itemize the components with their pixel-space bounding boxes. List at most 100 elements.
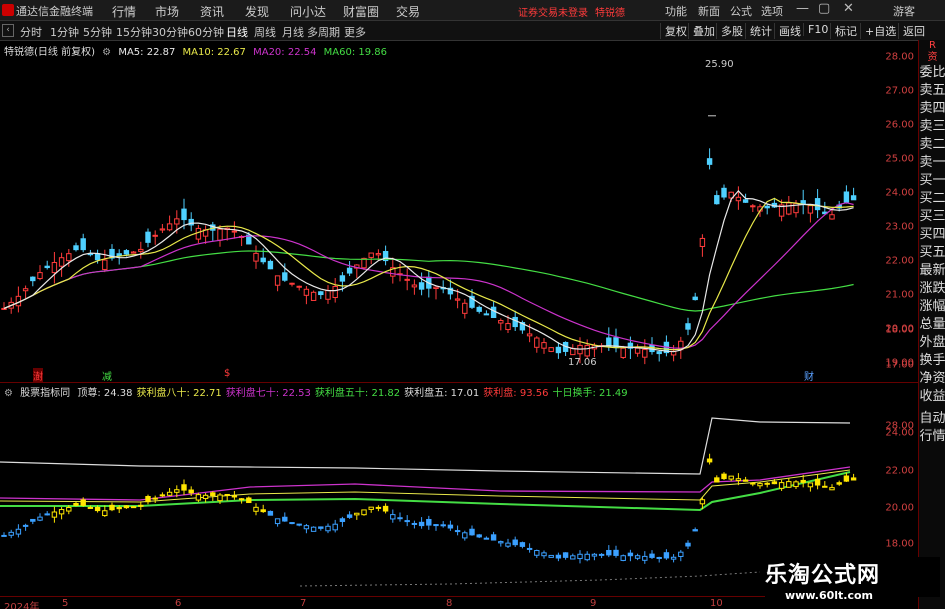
side-item[interactable]: 净资 [919, 370, 945, 388]
side-item[interactable]: 买二 [919, 190, 945, 208]
chip-body [231, 495, 238, 498]
candle-body [94, 253, 101, 261]
side-item[interactable]: 委比 [919, 64, 945, 82]
event-mark[interactable]: $ [224, 368, 230, 379]
side-item[interactable]: 自动 [919, 410, 945, 428]
side-item[interactable]: 涨幅 [919, 298, 945, 316]
kline-main-chart[interactable] [0, 55, 880, 383]
side-item[interactable]: 卖一 [919, 154, 945, 172]
candle-body [282, 272, 288, 281]
side-item[interactable]: 卖二 [919, 136, 945, 154]
period-week[interactable]: 周线 [254, 24, 276, 40]
period-month[interactable]: 月线 [282, 24, 304, 40]
side-item[interactable]: 卖四 [919, 100, 945, 118]
period-day[interactable]: 日线 [226, 24, 248, 40]
btn-duogu[interactable]: 多股 [716, 23, 743, 39]
menu-caifuquan[interactable]: 财富圈 [343, 3, 379, 20]
event-mark[interactable]: 减 [102, 368, 112, 383]
x-tick: 7 [300, 598, 307, 609]
side-top-label: R [929, 40, 936, 51]
menu-jiaoyi[interactable]: 交易 [396, 3, 420, 20]
menu-faxian[interactable]: 发现 [245, 3, 269, 20]
candle-body [58, 257, 65, 267]
menu-wenxiaoda[interactable]: 问小达 [290, 3, 326, 20]
period-60min[interactable]: 60分钟 [188, 24, 224, 40]
btn-fuquan[interactable]: 复权 [660, 23, 687, 39]
menu-zixun[interactable]: 资讯 [200, 3, 224, 20]
watermark-url: www.60lt.com [785, 589, 874, 602]
menu-bar: 通达信金融终端 行情 市场 资讯 发现 问小达 财富圈 交易 证券交易未登录 特… [0, 0, 945, 21]
menu-gongneng[interactable]: 功能 [665, 3, 687, 19]
chip-body [339, 518, 346, 522]
back-icon[interactable]: ‹ [2, 24, 14, 37]
btn-f10[interactable]: F10 [803, 23, 828, 36]
event-mark[interactable]: 澍 [33, 368, 43, 383]
chip-indicator-chart[interactable] [0, 396, 880, 596]
btn-huaxian[interactable]: 画线 [774, 23, 801, 39]
axis-tick: 22.00 [885, 255, 914, 267]
chip-body [634, 555, 641, 559]
candle-body [217, 228, 223, 241]
period-30min[interactable]: 30分钟 [152, 24, 188, 40]
period-15min[interactable]: 15分钟 [116, 24, 152, 40]
user-label[interactable]: 游客 [893, 3, 915, 19]
candle-body [490, 306, 497, 319]
chip-body [606, 549, 612, 556]
chip-body [274, 518, 281, 525]
candle-body [66, 253, 72, 262]
event-mark[interactable]: 财 [804, 368, 814, 383]
menu-shichang[interactable]: 市场 [155, 3, 179, 20]
candle-body [303, 288, 310, 296]
chip-body [807, 482, 814, 488]
period-fenshi[interactable]: 分时 [20, 24, 42, 40]
x-tick: 5 [62, 598, 69, 609]
menu-xinmian[interactable]: 新面 [698, 3, 720, 19]
side-item[interactable]: 外盘 [919, 334, 945, 352]
candle-body [346, 267, 353, 274]
chip-body [526, 547, 533, 550]
side-item[interactable]: 总量 [919, 316, 945, 334]
side-item[interactable]: 涨跌 [919, 280, 945, 298]
period-5min[interactable]: 5分钟 [83, 24, 112, 40]
side-item[interactable]: 买五 [919, 244, 945, 262]
chip-body [130, 506, 137, 509]
chip-body [541, 552, 547, 557]
side-item[interactable]: 换手 [919, 352, 945, 370]
side-item[interactable]: 买一 [919, 172, 945, 190]
profit70-line [0, 466, 851, 501]
btn-tongji[interactable]: 统计 [745, 23, 772, 39]
candle-body [786, 202, 792, 215]
period-1min[interactable]: 1分钟 [50, 24, 79, 40]
chip-body [447, 524, 454, 529]
period-multi[interactable]: 多周期 [307, 24, 340, 40]
side-item[interactable]: 最新 [919, 262, 945, 280]
candle-body [735, 196, 742, 202]
period-more[interactable]: 更多 [344, 24, 366, 40]
side-item[interactable]: 买三 [919, 208, 945, 226]
pane-divider[interactable] [0, 382, 918, 383]
close-icon[interactable]: ✕ [843, 1, 854, 16]
chip-body [843, 475, 850, 482]
menu-gongshi[interactable]: 公式 [730, 3, 752, 19]
btn-zixuan[interactable]: +自选 [860, 23, 896, 39]
chip-body [771, 481, 778, 485]
candle-body [73, 245, 79, 251]
btn-diejia[interactable]: 叠加 [688, 23, 715, 39]
menu-xuanxiang[interactable]: 选项 [761, 3, 783, 19]
side-item[interactable]: 行情 [919, 428, 945, 446]
side-item[interactable]: 卖五 [919, 82, 945, 100]
btn-biaoji[interactable]: 标记 [830, 23, 857, 39]
candle-body [37, 272, 43, 280]
candle-body [642, 349, 648, 358]
login-notice[interactable]: 证券交易未登录 [518, 4, 588, 19]
btn-fanhui[interactable]: 返回 [898, 23, 925, 39]
candle-body [195, 227, 202, 240]
restore-icon[interactable]: ▢ [818, 1, 830, 16]
side-item[interactable]: 卖三 [919, 118, 945, 136]
side-item[interactable]: 收益 [919, 388, 945, 406]
chip-body [102, 510, 108, 517]
side-item[interactable]: 买四 [919, 226, 945, 244]
minimize-icon[interactable]: — [796, 1, 809, 16]
chip-body [598, 553, 605, 556]
menu-hangqing[interactable]: 行情 [112, 3, 136, 20]
